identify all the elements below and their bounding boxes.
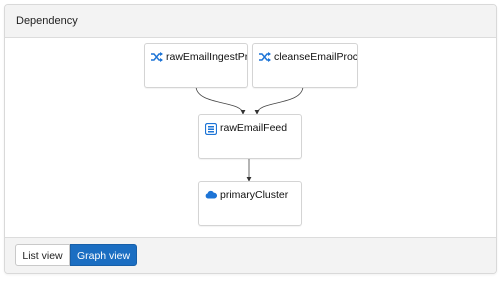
node-label: rawEmailIngestPro [166,51,248,63]
edge-ingest-to-feed [195,85,246,115]
process-node-raw-email-ingest[interactable]: rawEmailIngestPro [144,43,248,88]
feed-node-raw-email-feed[interactable]: rawEmailFeed [198,114,302,159]
cluster-node-primary-cluster[interactable]: primaryCluster [198,181,302,226]
graph-view-button[interactable]: Graph view [70,244,137,266]
feed-icon [205,123,217,135]
dependency-panel: Dependency rawEmailIngestPro cleanseEmai… [4,4,497,274]
panel-header: Dependency [5,5,496,38]
node-label: cleanseEmailProce [274,51,358,63]
dependency-graph: rawEmailIngestPro cleanseEmailProce rawE… [5,38,496,238]
node-label: rawEmailFeed [220,122,288,134]
list-view-button[interactable]: List view [15,244,70,266]
panel-title: Dependency [16,15,78,27]
process-node-cleanse-email[interactable]: cleanseEmailProce [252,43,358,88]
panel-footer: List view Graph view [5,237,496,273]
shuffle-icon [151,52,163,62]
edge-cleanse-to-feed [254,85,304,115]
cloud-icon [205,190,217,199]
node-label: primaryCluster [220,189,289,201]
shuffle-icon [259,52,271,62]
